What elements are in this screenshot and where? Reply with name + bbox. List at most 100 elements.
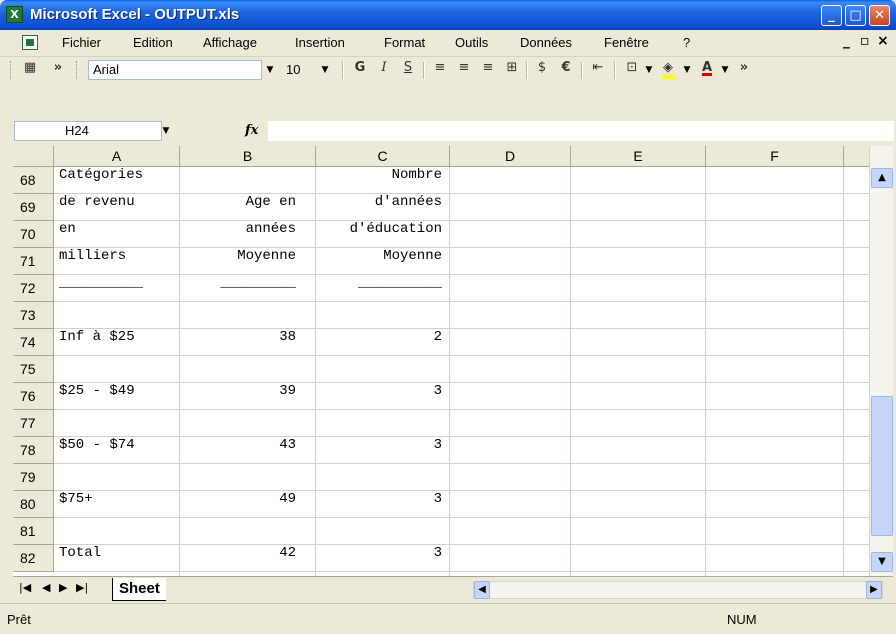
menu-affichage[interactable]: Affichage xyxy=(203,35,257,50)
cell-b70[interactable]: années xyxy=(180,221,296,248)
select-all-corner[interactable] xyxy=(13,146,54,167)
toolbar-icon[interactable]: ▦ xyxy=(20,60,40,80)
row-header-77[interactable]: 77 xyxy=(13,410,54,437)
menu-edition[interactable]: Edition xyxy=(133,35,173,50)
cell-c75[interactable] xyxy=(286,356,442,383)
row-header-75[interactable]: 75 xyxy=(13,356,54,383)
cell-a79[interactable] xyxy=(59,464,180,491)
cell-a69[interactable]: de revenu xyxy=(59,194,180,221)
font-name-select[interactable]: Arial xyxy=(88,60,262,80)
close-button[interactable]: ✕ xyxy=(869,5,890,26)
font-color-dropdown-icon[interactable]: ▼ xyxy=(718,61,732,79)
cell-b72[interactable]: _________ xyxy=(180,275,296,302)
toolbar-grip[interactable] xyxy=(76,61,80,79)
first-sheet-icon[interactable]: |◀ xyxy=(19,581,31,594)
cell-b76[interactable]: 39 xyxy=(180,383,296,410)
menu-help[interactable]: ? xyxy=(683,35,690,50)
next-sheet-icon[interactable]: ▶ xyxy=(59,581,67,594)
workbook-icon[interactable] xyxy=(22,35,38,50)
cell-b69[interactable]: Age en xyxy=(180,194,296,221)
cell-c79[interactable] xyxy=(286,464,442,491)
cell-b79[interactable] xyxy=(180,464,296,491)
cell-b82[interactable]: 42 xyxy=(180,545,296,572)
toolbar-grip[interactable] xyxy=(10,61,14,79)
fx-icon[interactable]: fx xyxy=(245,123,258,138)
minimize-button[interactable]: _ xyxy=(821,5,842,26)
font-size-select[interactable]: 10 xyxy=(281,60,315,80)
font-size-dropdown-icon[interactable]: ▼ xyxy=(318,61,332,79)
cell-c71[interactable]: Moyenne xyxy=(286,248,442,275)
cell-a71[interactable]: milliers xyxy=(59,248,180,275)
menu-insertion[interactable]: Insertion xyxy=(295,35,345,50)
cell-b78[interactable]: 43 xyxy=(180,437,296,464)
doc-close-icon[interactable]: × xyxy=(877,33,889,49)
cell-a72[interactable]: __________ xyxy=(59,275,180,302)
formula-input[interactable] xyxy=(268,121,894,141)
cell-c78[interactable]: 3 xyxy=(286,437,442,464)
cell-c74[interactable]: 2 xyxy=(286,329,442,356)
cell-c81[interactable] xyxy=(286,518,442,545)
align-center-icon[interactable]: ≡ xyxy=(454,60,474,80)
scroll-down-icon[interactable]: ▼ xyxy=(871,552,893,572)
cell-c80[interactable]: 3 xyxy=(286,491,442,518)
fill-color-icon[interactable]: ◈ xyxy=(658,60,678,80)
row-header-72[interactable]: 72 xyxy=(13,275,54,302)
sheet-tab[interactable]: Sheet xyxy=(112,578,166,601)
italic-button[interactable]: I xyxy=(374,60,394,80)
merge-center-icon[interactable]: ⊞ xyxy=(502,60,522,80)
worksheet-grid[interactable]: A B C D E F 68 Catégories Nombre 69 de revenu Age e… xyxy=(13,146,893,576)
row-header-71[interactable]: 71 xyxy=(13,248,54,275)
cell-a82[interactable]: Total xyxy=(59,545,180,572)
underline-button[interactable]: S xyxy=(398,60,418,80)
cell-c69[interactable]: d'années xyxy=(286,194,442,221)
row-header-69[interactable]: 69 xyxy=(13,194,54,221)
cell-a70[interactable]: en xyxy=(59,221,180,248)
column-header-c[interactable]: C xyxy=(316,146,450,167)
cell-a74[interactable]: Inf à $25 xyxy=(59,329,180,356)
row-header-82[interactable]: 82 xyxy=(13,545,54,572)
cell-c70[interactable]: d'éducation xyxy=(286,221,442,248)
cell-a80[interactable]: $75+ xyxy=(59,491,180,518)
scroll-right-icon[interactable]: ▶ xyxy=(866,581,882,599)
cell-a77[interactable] xyxy=(59,410,180,437)
cell-b81[interactable] xyxy=(180,518,296,545)
font-color-icon[interactable]: A xyxy=(697,60,717,80)
row-header-73[interactable]: 73 xyxy=(13,302,54,329)
cell-c68[interactable]: Nombre xyxy=(286,167,442,194)
cell-b74[interactable]: 38 xyxy=(180,329,296,356)
menu-fenetre[interactable]: Fenêtre xyxy=(604,35,649,50)
decrease-indent-icon[interactable]: ⇤ xyxy=(588,60,608,80)
scroll-up-icon[interactable]: ▲ xyxy=(871,168,893,188)
maximize-button[interactable]: □ xyxy=(845,5,866,26)
row-header-74[interactable]: 74 xyxy=(13,329,54,356)
doc-restore-icon[interactable]: ▫ xyxy=(860,33,870,49)
row-header-79[interactable]: 79 xyxy=(13,464,54,491)
title-bar[interactable]: X Microsoft Excel - OUTPUT.xls _ □ ✕ xyxy=(0,0,896,30)
cell-b68[interactable] xyxy=(180,167,296,194)
cell-c77[interactable] xyxy=(286,410,442,437)
cell-a75[interactable] xyxy=(59,356,180,383)
column-header-e[interactable]: E xyxy=(571,146,706,167)
column-header-f[interactable]: F xyxy=(706,146,844,167)
cell-a68[interactable]: Catégories xyxy=(59,167,180,194)
doc-minimize-icon[interactable]: _ xyxy=(843,33,850,49)
name-box[interactable]: H24 xyxy=(14,121,162,141)
bold-button[interactable]: G xyxy=(350,60,370,80)
cell-a73[interactable] xyxy=(59,302,180,329)
cell-b80[interactable]: 49 xyxy=(180,491,296,518)
borders-icon[interactable]: ⊡ xyxy=(622,60,642,80)
name-box-dropdown-icon[interactable]: ▼ xyxy=(159,122,173,140)
vertical-scrollbar[interactable]: ▲ ▼ xyxy=(869,146,893,576)
column-header-d[interactable]: D xyxy=(450,146,571,167)
cell-c72[interactable]: __________ xyxy=(286,275,442,302)
fill-color-dropdown-icon[interactable]: ▼ xyxy=(680,61,694,79)
row-header-70[interactable]: 70 xyxy=(13,221,54,248)
align-left-icon[interactable]: ≡ xyxy=(430,60,450,80)
row-header-80[interactable]: 80 xyxy=(13,491,54,518)
cell-a81[interactable] xyxy=(59,518,180,545)
toolbar-overflow-icon[interactable]: » xyxy=(48,60,68,80)
row-header-76[interactable]: 76 xyxy=(13,383,54,410)
menu-fichier[interactable]: Fichier xyxy=(62,35,101,50)
row-header-68[interactable]: 68 xyxy=(13,167,54,194)
menu-format[interactable]: Format xyxy=(384,35,425,50)
